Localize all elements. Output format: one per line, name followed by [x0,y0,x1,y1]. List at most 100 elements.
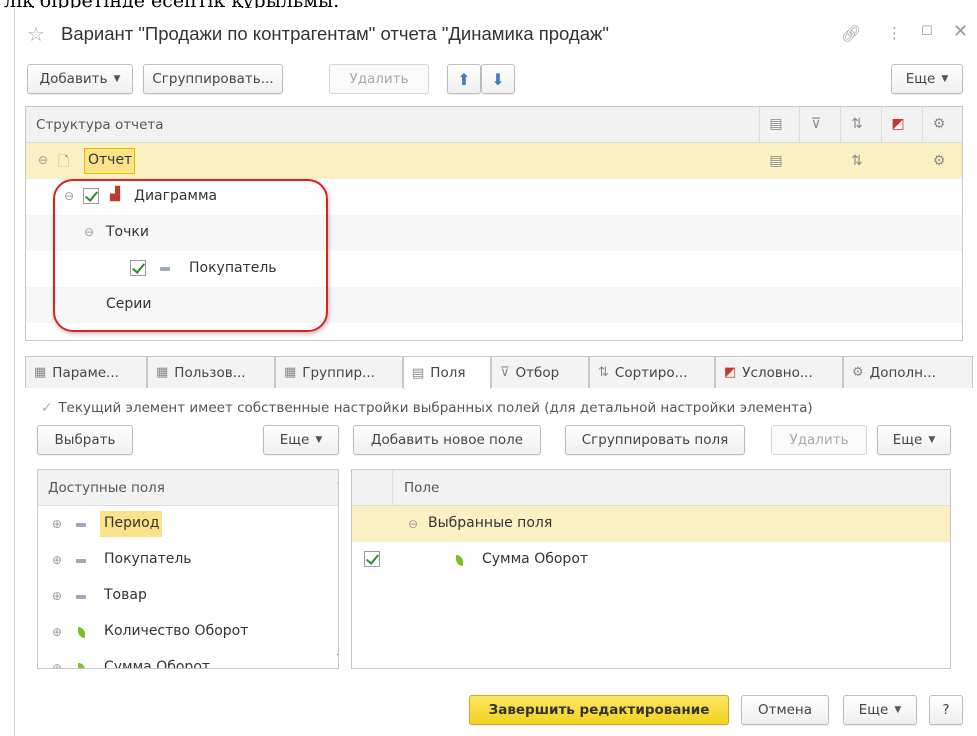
close-icon[interactable]: ✕ [953,21,968,42]
select-button[interactable]: Выбрать [37,425,133,455]
footer-more-label: Еще [858,702,889,718]
resource-icon [456,555,463,566]
resource-icon [78,663,85,668]
tab-label: Дополн... [869,364,936,381]
add-button[interactable]: Добавить ▼ [27,64,133,94]
own-settings-checkbox[interactable]: ✓ Текущий элемент имеет собственные настр… [41,400,813,416]
selected-fields-header-label: Поле [404,480,440,496]
scrollbar[interactable]: ▲ ▼ [336,472,339,664]
delete-button[interactable]: Удалить [329,64,429,94]
add-field-button[interactable]: Добавить новое поле [353,425,541,455]
scroll-down-icon[interactable]: ▼ [337,652,338,661]
field-row-quantity[interactable]: ⊕ Количество Оборот [38,614,328,650]
tab-extra[interactable]: ⚙ Дополн... [843,356,973,388]
tab-sorting[interactable]: ⇅ Сортиро... [589,356,715,388]
tab-fields[interactable]: ▤ Поля [403,356,491,389]
expand-icon[interactable]: ⊕ [52,625,62,639]
dimension-icon [76,595,86,599]
more-right-button[interactable]: Еще ▼ [877,425,951,455]
expand-icon[interactable]: ⊕ [52,517,62,531]
tab-filter[interactable]: ⊽ Отбор [491,356,589,388]
sorting-icon: ⇅ [598,365,609,380]
check-icon: ✓ [41,400,53,416]
selected-field-label: Сумма Оборот [482,551,589,567]
finish-editing-button[interactable]: Завершить редактирование [469,695,729,725]
tab-groupings[interactable]: ▦ Группир... [275,356,403,388]
star-icon[interactable]: ☆ [27,22,45,46]
field-label: Покупатель [104,551,192,567]
more-button[interactable]: Еще ▼ [891,64,963,94]
selected-group-label: Выбранные поля [428,515,553,531]
own-settings-label: Текущий элемент имеет собственные настро… [58,400,813,416]
extra-settings-icon[interactable]: ⚙ [930,153,948,169]
selected-group-row[interactable]: ⊖ Выбранные поля [352,506,950,542]
tab-label: Условно... [742,364,813,381]
field-label: Сумма Оборот [104,659,211,669]
available-fields-header: Доступные поля [38,470,338,506]
more-vertical-icon[interactable]: ⋮ [887,24,902,42]
footer-more-button[interactable]: Еще ▼ [843,695,917,725]
chevron-down-icon: ▼ [315,435,323,445]
cancel-button[interactable]: Отмена [741,695,829,725]
more-left-button[interactable]: Еще ▼ [263,425,339,455]
tab-user-fields[interactable]: ▦ Пользов... [147,356,275,388]
link-icon[interactable]: 🔗︎ [841,24,861,43]
selected-fields-header: Поле [352,470,950,506]
extra-settings-icon[interactable]: ⚙ [930,116,948,132]
chevron-down-icon: ▼ [113,74,121,84]
groupings-icon: ▦ [284,365,297,380]
more-right-label: Еще [892,432,923,448]
order-icon[interactable]: ⇅ [848,153,866,169]
collapse-icon[interactable]: ⊖ [408,517,418,531]
selected-fields-panel: Поле ⊖ Выбранные поля Сумма Оборот [351,469,951,669]
field-row-customer[interactable]: ⊕ Покупатель [38,542,328,578]
chevron-down-icon: ▼ [928,435,936,445]
expand-icon[interactable]: ⊕ [52,589,62,603]
move-up-button[interactable]: ⬆ [447,64,481,94]
group-fields-button[interactable]: Сгруппировать поля [565,425,745,455]
arrow-up-icon: ⬆ [457,69,471,89]
more-button-label: Еще [905,71,936,87]
field-row-sum[interactable]: ⊕ Сумма Оборот [38,650,328,669]
groupings-icon[interactable]: ▤ [767,153,785,169]
document-icon: 🗋 [58,154,70,170]
order-icon[interactable]: ⇅ [848,116,866,132]
extra-settings-icon: ⚙ [852,365,864,380]
groupings-icon[interactable]: ▤ [767,116,785,132]
tab-conditional-format[interactable]: ◩ Условно... [715,356,843,388]
parameters-icon: ▦ [34,365,47,380]
tab-label: Сортиро... [614,364,688,381]
field-label: Период [104,515,160,531]
move-down-button[interactable]: ⬇ [481,64,515,94]
add-button-label: Добавить [39,71,108,87]
dimension-icon [76,559,86,563]
expand-icon[interactable]: ⊕ [52,553,62,567]
window-title: Вариант "Продажи по контрагентам" отчета… [61,23,609,44]
dimension-icon [76,523,86,527]
tree-row-report[interactable]: ⊖ 🗋 Отчет ▤ ⇅ ⚙ [26,143,962,179]
delete-field-button[interactable]: Удалить [771,425,867,455]
tab-label: Поля [430,365,466,381]
arrow-down-icon: ⬇ [491,69,505,89]
filter-icon[interactable]: ⊽ [807,116,825,132]
maximize-icon[interactable]: ☐ [921,24,933,39]
selected-field-checkbox[interactable] [364,551,380,567]
scrollbar-thumb[interactable] [338,498,339,578]
settings-tabs: ▦ Параме... ▦ Пользов... ▦ Группир... ▤ Поля… [25,356,973,389]
resource-icon [78,627,85,638]
field-row-period[interactable]: ⊕ Период [38,506,328,542]
selected-field-row[interactable]: Сумма Оборот [352,542,950,578]
structure-header-label: Структура отчета [36,117,164,133]
expand-icon[interactable]: ⊕ [52,661,62,668]
scroll-up-icon[interactable]: ▲ [337,476,338,485]
tab-label: Параме... [52,364,119,381]
chevron-down-icon: ▼ [894,705,902,715]
title-bar: ☆ Вариант "Продажи по контрагентам" отче… [15,8,977,56]
help-button[interactable]: ? [929,695,963,725]
collapse-icon[interactable]: ⊖ [38,153,48,167]
field-row-product[interactable]: ⊕ Товар [38,578,328,614]
conditional-format-icon[interactable]: ◩ [889,116,907,132]
tab-parameters[interactable]: ▦ Параме... [25,356,147,388]
structure-header: Структура отчета ▤ ⊽ ⇅ ◩ ⚙ [26,107,962,143]
group-button[interactable]: Сгруппировать... [143,64,283,94]
